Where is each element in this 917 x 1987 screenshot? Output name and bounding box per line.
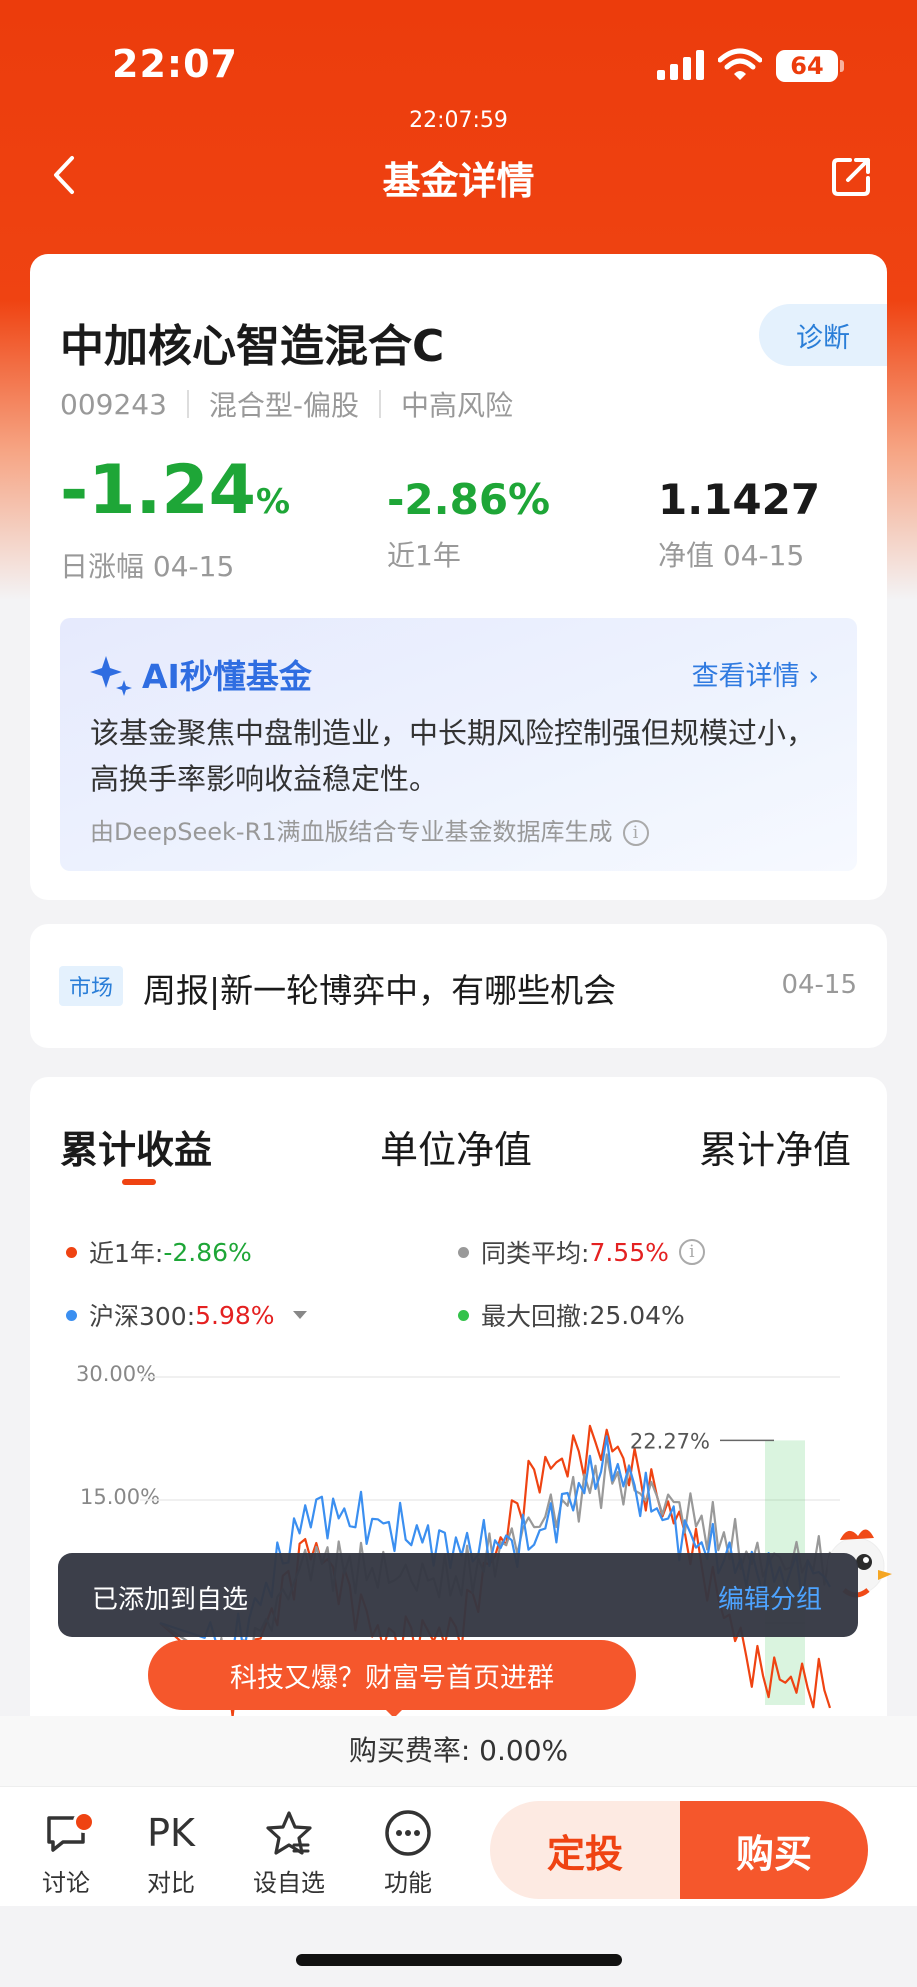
discuss-label: 讨论 [42,1869,90,1897]
fund-summary-card: 中加核心智造混合C 诊断 009243 混合型-偏股 中高风险 -1.24% 日… [30,254,887,900]
more-icon [363,1805,453,1861]
toast-message: 已添加到自选 [92,1585,249,1615]
nav-label: 净值 04-15 [658,539,805,572]
legend-drawdown-label: 最大回撤: [481,1302,590,1331]
news-tag: 市场 [59,966,124,1006]
edit-group-button[interactable]: 编辑分组 [718,1579,822,1616]
ai-summary-box[interactable]: AI秒懂基金 查看详情 › 该基金聚焦中盘制造业，中长期风险控制强但规模过小，高… [60,618,857,871]
legend-dot [66,1246,77,1258]
bottom-action-bar: 讨论 PK 对比 设自选 功能 定投 购买 [0,1786,917,1906]
chat-bubble-icon [21,1805,111,1861]
auto-invest-button[interactable]: 定投 [490,1801,680,1899]
daily-change-stat: -1.24% 日涨幅 04-15 [60,454,290,585]
legend-avg-label: 同类平均: [481,1239,590,1268]
share-icon[interactable] [830,154,874,198]
year-change-value: -2.86% [387,475,551,524]
view-details-link[interactable]: 查看详情 › [692,654,819,693]
add-watchlist-label: 设自选 [253,1869,325,1897]
legend-index[interactable]: 沪深300: 5.98% [66,1297,307,1333]
fund-meta: 009243 混合型-偏股 中高风险 [60,384,513,424]
divider [379,390,381,418]
legend-avg-value: 7.55% [589,1237,669,1267]
tab-cumulative-nav[interactable]: 累计净值 [699,1119,851,1174]
discuss-button[interactable]: 讨论 [21,1805,111,1898]
legend-index-label: 沪深300: [89,1302,196,1331]
peak-value-label: 22.27% [630,1429,710,1453]
add-watchlist-button[interactable]: 设自选 [244,1805,334,1898]
tab-unit-nav[interactable]: 单位净值 [380,1119,532,1174]
legend-fund-label: 近1年: [89,1239,164,1268]
nav-stat: 1.1427 净值 04-15 [658,472,820,574]
home-indicator [296,1954,622,1966]
toast-notification: 已添加到自选 编辑分组 [58,1553,858,1637]
legend-category-average: 同类平均: 7.55% i [458,1234,705,1270]
star-icon [244,1805,334,1861]
info-icon[interactable]: i [678,1239,705,1265]
chevron-right-icon: › [808,661,819,692]
wifi-icon [718,48,762,80]
diagnose-button[interactable]: 诊断 [759,304,887,366]
info-icon[interactable]: i [622,820,649,846]
legend-drawdown-value: 25.04% [589,1300,685,1330]
fund-risk: 中高风险 [401,389,514,422]
pk-icon: PK [147,1811,195,1855]
fund-type: 混合型-偏股 [208,389,359,422]
battery-tip [840,60,844,72]
purchase-fee: 购买费率: 0.00% [0,1716,917,1786]
news-date: 04-15 [781,970,857,1000]
news-card[interactable]: 市场 周报|新一轮博弈中，有哪些机会 04-15 [30,924,887,1048]
compare-label: 对比 [147,1869,195,1897]
battery-level: 64 [790,52,824,80]
daily-change-unit: % [256,482,291,522]
legend-fund-value: -2.86% [163,1237,252,1267]
daily-change-value: -1.24 [60,451,256,530]
notification-badge [73,1811,95,1833]
daily-change-label: 日涨幅 04-15 [60,550,235,583]
news-title: 周报|新一轮博弈中，有哪些机会 [143,971,617,1010]
cellular-signal-icon [657,50,705,80]
year-change-stat: -2.86% 近1年 [387,472,550,574]
promo-bubble[interactable]: 科技又爆？财富号首页进群 [148,1640,636,1710]
fund-name: 中加核心智造混合C [60,321,445,372]
tab-cumulative-return[interactable]: 累计收益 [60,1119,212,1174]
ai-summary-footer: 由DeepSeek-R1满血版结合专业基金数据库生成 i [90,812,649,847]
battery-icon: 64 [776,50,838,82]
more-functions-label: 功能 [384,1869,432,1897]
header-clock: 22:07:59 [409,108,508,133]
ai-summary-text: 该基金聚焦中盘制造业，中长期风险控制强但规模过小，高换手率影响收益稳定性。 [90,716,816,796]
more-functions-button[interactable]: 功能 [363,1805,453,1898]
nav-value: 1.1427 [658,475,821,524]
status-time: 22:07 [112,42,238,86]
year-change-label: 近1年 [387,539,461,572]
legend-index-value: 5.98% [195,1300,275,1330]
legend-dot [458,1309,469,1321]
buy-button[interactable]: 购买 [680,1801,868,1899]
dropdown-arrow-icon [292,1311,307,1319]
view-details-label: 查看详情 [691,661,800,692]
active-tab-indicator [122,1179,156,1185]
sparkle-icon [90,656,132,696]
ai-summary-title: AI秒懂基金 [142,657,312,696]
legend-fund: 近1年: -2.86% [66,1234,252,1270]
page-title: 基金详情 [382,159,535,203]
ai-summary-source: 由DeepSeek-R1满血版结合专业基金数据库生成 [90,818,613,846]
legend-dot [458,1246,469,1258]
divider [186,390,189,418]
compare-button[interactable]: PK 对比 [126,1805,216,1898]
legend-max-drawdown: 最大回撤: 25.04% [458,1297,685,1333]
legend-dot [66,1309,77,1321]
fund-code: 009243 [60,387,167,421]
